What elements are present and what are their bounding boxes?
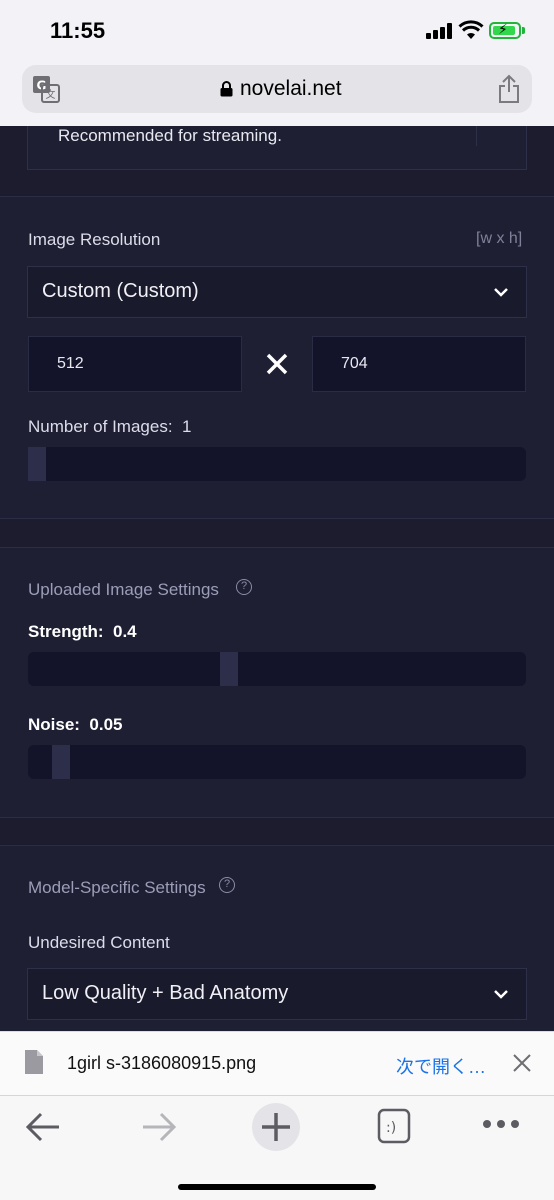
slider-handle[interactable] (220, 652, 238, 686)
number-of-images-text: Number of Images: (28, 417, 173, 436)
slider-handle[interactable] (52, 745, 70, 779)
url-text: novelai.net (240, 77, 342, 100)
download-bar: 1girl s-3186080915.png 次で開く… (0, 1031, 554, 1095)
width-value: 512 (57, 355, 84, 372)
strength-slider[interactable] (28, 652, 526, 686)
back-arrow-icon[interactable] (24, 1110, 62, 1144)
translate-icon[interactable]: G 文 (32, 75, 60, 103)
close-icon[interactable] (512, 1053, 532, 1073)
download-filename: 1girl s-3186080915.png (67, 1053, 257, 1073)
multiply-icon (266, 353, 288, 375)
resolution-hint: [w x h] (476, 230, 523, 247)
uploaded-image-settings-panel: Uploaded Image Settings ? Strength: 0.4 … (0, 547, 554, 818)
undesired-content-value: Low Quality + Bad Anatomy (42, 982, 289, 1004)
divider (476, 126, 477, 146)
uploaded-image-settings-title: Uploaded Image Settings (28, 580, 219, 599)
tabs-icon[interactable]: :) (377, 1108, 411, 1144)
model-specific-settings-title: Model-Specific Settings (28, 878, 206, 897)
strength-value: 0.4 (113, 622, 137, 641)
undesired-content-select[interactable]: Low Quality + Bad Anatomy (27, 968, 527, 1020)
image-resolution-label: Image Resolution (28, 230, 161, 249)
new-tab-plus-icon[interactable] (251, 1102, 301, 1152)
width-input[interactable]: 512 (28, 336, 242, 392)
browser-address-area: G 文 novelai.net (0, 60, 554, 126)
resolution-preset-select[interactable]: Custom (Custom) (27, 266, 527, 318)
chevron-down-icon (494, 990, 508, 999)
address-bar[interactable]: G 文 novelai.net (22, 65, 532, 113)
noise-slider[interactable] (28, 745, 526, 779)
number-of-images-label: Number of Images: 1 (28, 417, 191, 437)
noise-text: Noise: (28, 715, 80, 734)
streaming-option-panel: Recommended for streaming. (0, 126, 554, 198)
resolution-preset-value: Custom (Custom) (42, 280, 199, 302)
battery-tip (522, 27, 525, 34)
image-resolution-panel: Image Resolution [w x h] Custom (Custom)… (0, 196, 554, 519)
number-of-images-value: 1 (182, 417, 192, 436)
number-of-images-slider[interactable] (28, 447, 526, 481)
help-icon[interactable]: ? (236, 579, 252, 595)
share-icon[interactable] (498, 74, 520, 104)
help-icon[interactable]: ? (219, 877, 235, 893)
status-bar: 11:55 ⚡ (0, 0, 554, 60)
clock: 11:55 (50, 18, 106, 43)
height-value: 704 (341, 355, 368, 372)
forward-arrow-icon[interactable] (140, 1110, 178, 1144)
more-icon[interactable] (482, 1118, 520, 1130)
svg-text::): :) (386, 1120, 396, 1136)
model-specific-settings-panel: Model-Specific Settings ? Undesired Cont… (0, 845, 554, 1031)
height-input[interactable]: 704 (312, 336, 526, 392)
svg-text:文: 文 (46, 88, 56, 101)
page-content: Recommended for streaming. Image Resolut… (0, 126, 554, 1031)
cellular-signal-icon (426, 23, 454, 39)
file-icon (25, 1050, 43, 1074)
noise-label: Noise: 0.05 (28, 715, 123, 735)
home-indicator (178, 1184, 376, 1190)
lock-icon (220, 81, 233, 97)
strength-label: Strength: 0.4 (28, 622, 137, 642)
streaming-option[interactable]: Recommended for streaming. (27, 126, 527, 170)
undesired-content-label: Undesired Content (28, 933, 170, 952)
strength-text: Strength: (28, 622, 104, 641)
streaming-option-text: Recommended for streaming. (58, 126, 282, 145)
slider-handle[interactable] (28, 447, 46, 481)
battery-icon: ⚡ (489, 22, 521, 39)
wifi-icon (458, 20, 484, 39)
noise-value: 0.05 (89, 715, 123, 734)
chevron-down-icon (494, 288, 508, 297)
open-in-button[interactable]: 次で開く… (396, 1053, 486, 1079)
